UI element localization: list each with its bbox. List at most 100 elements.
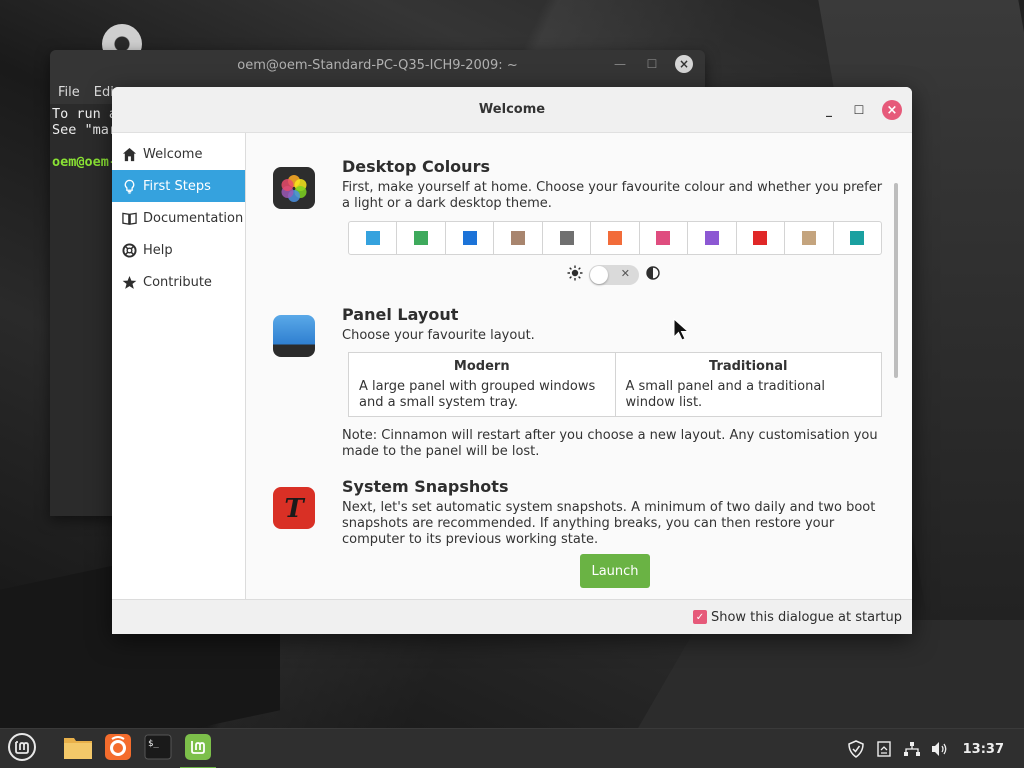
colour-swatch: [462, 231, 477, 245]
lifebuoy-icon: [121, 242, 137, 258]
colour-swatch-button[interactable]: [834, 222, 881, 254]
menu-file[interactable]: File: [58, 85, 80, 100]
layout-option-traditional[interactable]: Traditional A small panel and a traditio…: [616, 353, 882, 416]
svg-text:T: T: [284, 494, 305, 524]
sidebar-item-documentation[interactable]: Documentation: [112, 202, 245, 234]
taskbar: $_ 13:37: [0, 728, 1024, 768]
book-icon: [121, 210, 137, 226]
network-icon[interactable]: [903, 740, 921, 758]
shield-icon[interactable]: [847, 740, 865, 758]
section-text: Choose your favourite layout.: [342, 328, 535, 343]
layout-note: Note: Cinnamon will restart after you ch…: [342, 428, 878, 459]
panel-layout-icon: [273, 315, 315, 357]
sidebar-item-label: Contribute: [143, 274, 212, 290]
clock[interactable]: 13:37: [963, 742, 1004, 757]
close-icon[interactable]: ×: [675, 55, 693, 73]
welcome-footer: ✓ Show this dialogue at startup: [112, 599, 912, 634]
terminal-icon: $_: [144, 734, 172, 764]
colour-swatch-button[interactable]: [591, 222, 640, 254]
taskbar-terminal[interactable]: $_: [138, 729, 178, 768]
colour-swatch: [365, 231, 380, 245]
startup-checkbox-label[interactable]: Show this dialogue at startup: [711, 610, 902, 625]
sidebar-item-first-steps[interactable]: First Steps: [112, 170, 245, 202]
colour-swatch: [753, 231, 768, 245]
first-steps-content: Desktop Colours First, make yourself at …: [247, 133, 900, 599]
taskbar-files[interactable]: [58, 729, 98, 768]
layout-description: A small panel and a traditional window l…: [625, 379, 825, 410]
menu-button[interactable]: [0, 729, 44, 768]
volume-icon[interactable]: [931, 740, 949, 758]
colour-swatch-button[interactable]: [543, 222, 592, 254]
minimize-icon[interactable]: _: [822, 103, 836, 117]
layout-name: Modern: [453, 359, 510, 374]
welcome-title: Welcome: [478, 102, 546, 117]
colour-swatch-button[interactable]: [737, 222, 786, 254]
timeshift-icon: T: [273, 487, 315, 529]
sidebar-item-label: Documentation: [143, 210, 244, 226]
system-tray: 13:37: [847, 729, 1024, 768]
colour-swatch: [656, 231, 671, 245]
sidebar-item-contribute[interactable]: Contribute: [112, 266, 245, 298]
firefox-icon: [104, 733, 132, 765]
desktop-shape: [619, 620, 1024, 728]
colour-swatch: [511, 231, 526, 245]
colour-swatch-button[interactable]: [494, 222, 543, 254]
layout-description: A large panel with grouped windows and a…: [359, 379, 596, 410]
sidebar-item-welcome[interactable]: Welcome: [112, 138, 245, 170]
colour-swatch: [704, 231, 719, 245]
switch-knob: [590, 266, 608, 284]
colour-swatch-button[interactable]: [688, 222, 737, 254]
sidebar-item-label: Welcome: [143, 146, 203, 162]
welcome-icon: [184, 733, 212, 765]
sidebar-item-label: Help: [143, 242, 173, 258]
taskbar-welcome[interactable]: [178, 729, 218, 768]
section-text: First, make yourself at home. Choose you…: [342, 180, 883, 211]
dark-theme-switch[interactable]: ✕: [589, 265, 639, 285]
mouse-cursor-icon: [673, 317, 691, 346]
startup-checkbox[interactable]: ✓: [692, 610, 707, 624]
layout-name: Traditional: [709, 359, 788, 374]
taskbar-firefox[interactable]: [98, 729, 138, 768]
svg-text:$_: $_: [148, 739, 159, 749]
colour-swatch: [850, 231, 865, 245]
colour-swatch-button[interactable]: [446, 222, 495, 254]
colour-swatch-button[interactable]: [640, 222, 689, 254]
maximize-icon[interactable]: ☐: [643, 57, 661, 71]
sidebar-item-label: First Steps: [143, 178, 211, 194]
lightbulb-icon: [121, 178, 137, 194]
switch-off-icon: ✕: [620, 267, 630, 280]
colour-swatch: [801, 231, 816, 245]
update-manager-icon[interactable]: [875, 740, 893, 758]
colour-swatch-button[interactable]: [785, 222, 834, 254]
colours-icon: [273, 167, 315, 209]
menu-edit[interactable]: Edi: [94, 85, 114, 100]
sidebar-item-help[interactable]: Help: [112, 234, 245, 266]
colour-swatch-button[interactable]: [349, 222, 398, 254]
sun-icon: [567, 265, 583, 285]
colour-swatch: [559, 231, 574, 245]
terminal-title: oem@oem-Standard-PC-Q35-ICH9-2009: ~: [237, 57, 518, 73]
sidebar: Welcome First Steps Documentation Help C…: [112, 133, 246, 599]
layout-option-modern[interactable]: Modern A large panel with grouped window…: [349, 353, 616, 416]
mint-logo-icon: [7, 732, 37, 766]
launch-button[interactable]: Launch: [580, 554, 650, 588]
section-title: Desktop Colours: [342, 157, 490, 176]
layout-options: Modern A large panel with grouped window…: [348, 352, 882, 417]
content-scrollbar[interactable]: [894, 183, 898, 378]
welcome-titlebar[interactable]: Welcome _ ☐ ×: [112, 87, 912, 133]
star-icon: [121, 274, 137, 290]
terminal-titlebar[interactable]: oem@oem-Standard-PC-Q35-ICH9-2009: ~ — ☐…: [50, 50, 705, 80]
colour-swatch: [414, 231, 429, 245]
section-title: Panel Layout: [342, 305, 459, 324]
colour-swatch: [607, 231, 622, 245]
colour-swatch-button[interactable]: [397, 222, 446, 254]
folder-icon: [63, 734, 93, 764]
theme-toggle-group: ✕: [567, 265, 661, 285]
home-icon: [121, 146, 137, 162]
section-title: System Snapshots: [342, 477, 509, 496]
maximize-icon[interactable]: ☐: [852, 103, 866, 117]
moon-icon: [645, 265, 661, 285]
minimize-icon[interactable]: —: [611, 57, 629, 71]
welcome-window[interactable]: Welcome _ ☐ × Welcome First Steps Docume…: [112, 87, 912, 634]
close-icon[interactable]: ×: [882, 100, 902, 120]
